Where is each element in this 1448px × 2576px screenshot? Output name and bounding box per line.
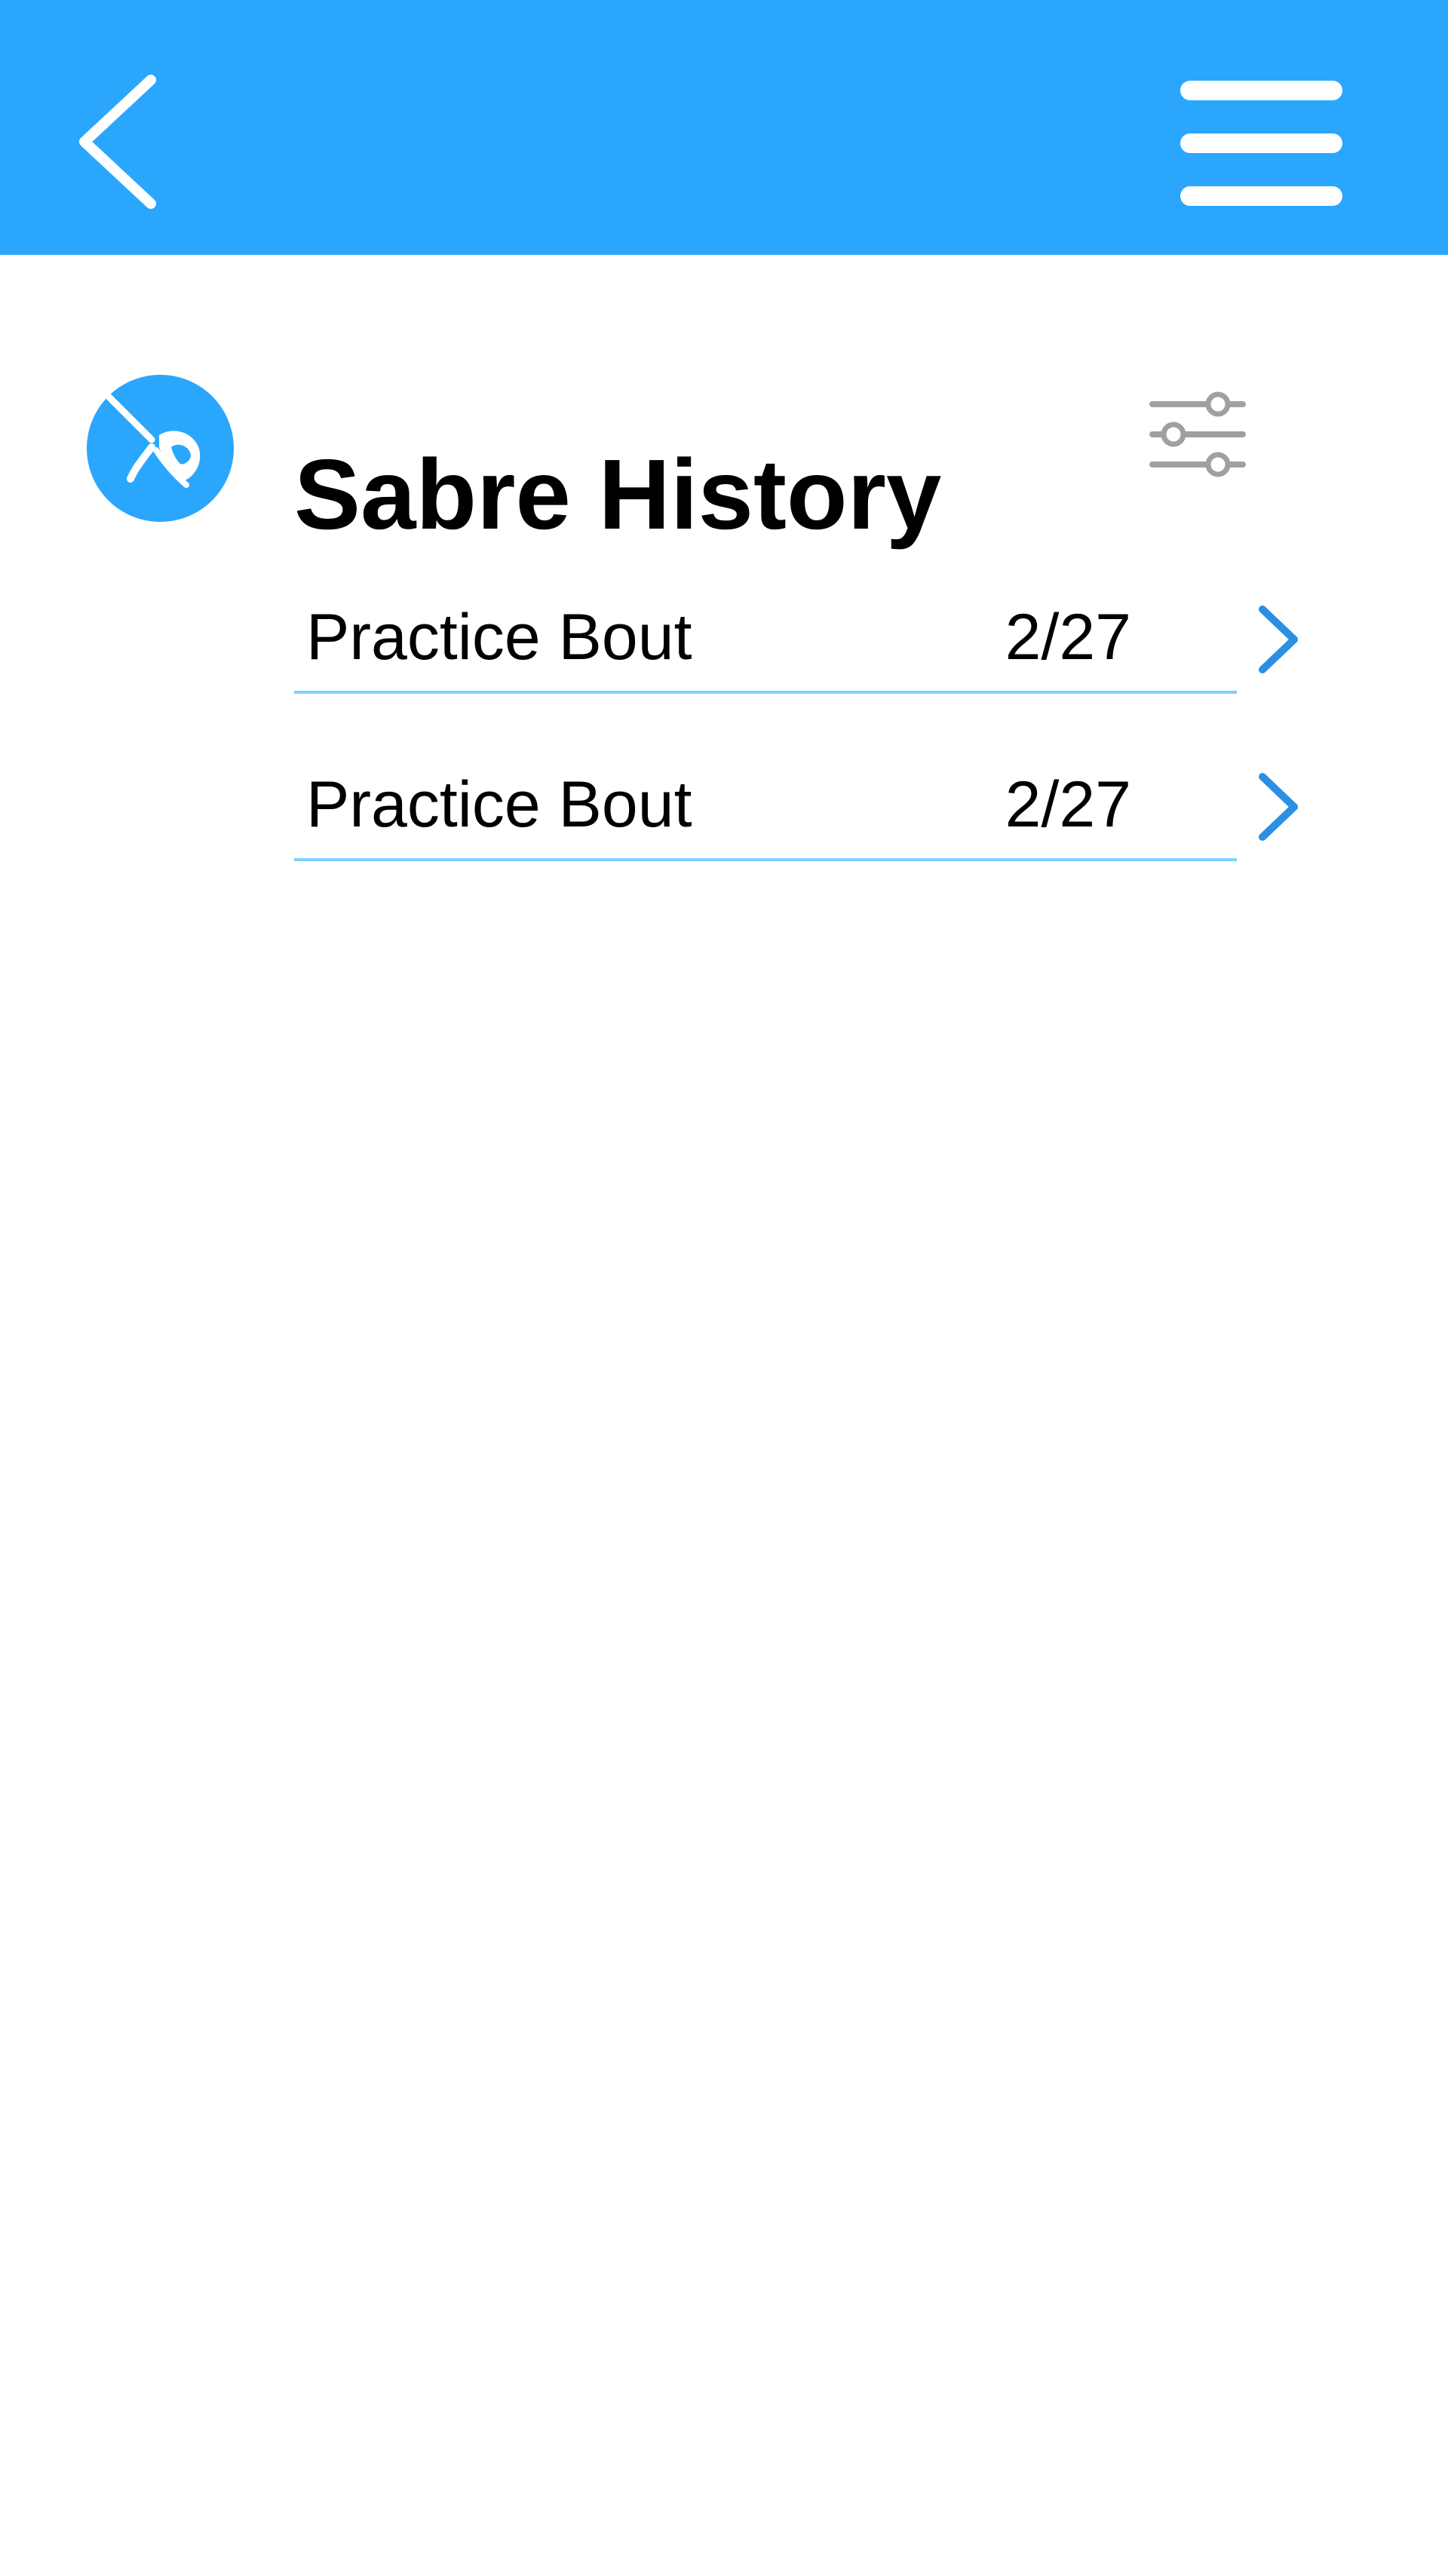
item-title: Practice Bout (306, 768, 692, 841)
hamburger-menu-icon (1180, 81, 1342, 206)
app-bar (0, 0, 1448, 255)
chevron-left-icon (79, 75, 156, 209)
item-date: 2/27 (1005, 768, 1131, 841)
menu-button[interactable] (1176, 75, 1346, 211)
back-button[interactable] (68, 66, 173, 217)
item-date: 2/27 (1005, 601, 1131, 673)
divider (294, 691, 1237, 694)
divider (294, 858, 1237, 861)
list-item[interactable]: Practice Bout 2/27 (294, 748, 1320, 915)
filter-button[interactable] (1139, 385, 1248, 483)
history-list: Practice Bout 2/27 Practice Bout 2/27 (294, 581, 1320, 915)
sliders-filter-icon (1149, 391, 1246, 477)
chevron-right-icon[interactable] (1252, 769, 1305, 845)
page-title: Sabre History (294, 439, 942, 550)
list-item[interactable]: Practice Bout 2/27 (294, 581, 1320, 748)
fencing-sabre-icon (87, 375, 234, 522)
item-title: Practice Bout (306, 601, 692, 673)
chevron-right-icon[interactable] (1252, 602, 1305, 677)
